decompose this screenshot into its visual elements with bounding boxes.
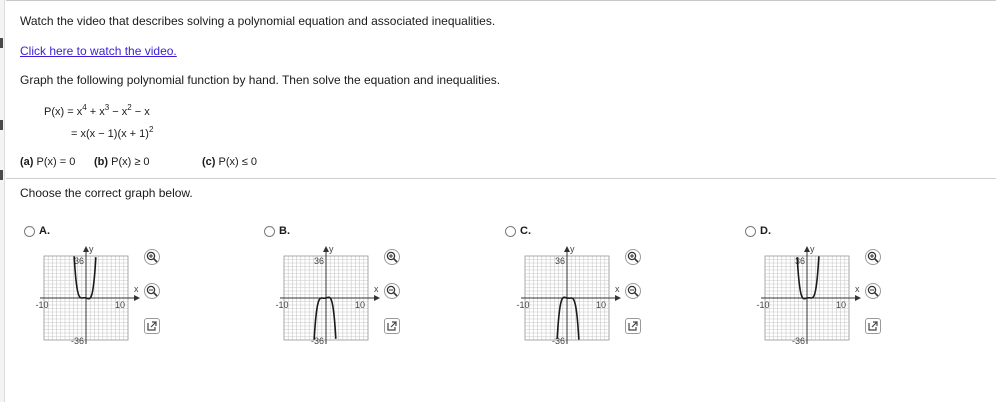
x-axis-label: x bbox=[615, 284, 620, 294]
x-max-label: 10 bbox=[836, 300, 846, 310]
zoom-in-icon[interactable] bbox=[865, 249, 881, 265]
popout-glyph bbox=[628, 321, 638, 331]
option-d[interactable]: D. y x 36 -36 -10 10 bbox=[745, 225, 915, 346]
zoom-out-icon[interactable] bbox=[384, 283, 400, 299]
video-link[interactable]: Click here to watch the video. bbox=[20, 44, 177, 58]
x-axis-arrow bbox=[855, 295, 861, 301]
eq-factored: = x(x − 1)(x + 1) bbox=[71, 128, 149, 140]
part-label: (a) bbox=[20, 156, 34, 168]
eq-term: + x bbox=[86, 106, 105, 118]
left-edge-bar bbox=[0, 0, 5, 402]
magnifier-glyph bbox=[627, 251, 639, 263]
magnifier-glyph bbox=[146, 251, 158, 263]
eq-term: P(x) = x bbox=[44, 106, 83, 118]
part-text: P(x) ≤ 0 bbox=[218, 156, 257, 168]
zoom-in-icon[interactable] bbox=[144, 249, 160, 265]
popout-glyph bbox=[868, 321, 878, 331]
x-axis-arrow bbox=[134, 295, 140, 301]
option-radio[interactable] bbox=[264, 226, 275, 237]
popout-icon[interactable] bbox=[625, 318, 641, 334]
y-min-label: -36 bbox=[71, 336, 84, 346]
magnifier-glyph bbox=[867, 251, 879, 263]
edge-mark bbox=[0, 120, 3, 130]
zoom-in-icon[interactable] bbox=[625, 249, 641, 265]
magnifier-glyph bbox=[146, 285, 158, 297]
part-c: (c) P(x) ≤ 0 bbox=[202, 156, 257, 168]
y-min-label: -36 bbox=[311, 336, 324, 346]
y-min-label: -36 bbox=[792, 336, 805, 346]
y-axis-label: y bbox=[89, 244, 94, 254]
eq-term: − x bbox=[131, 106, 150, 118]
part-text: P(x) = 0 bbox=[36, 156, 76, 168]
x-max-label: 10 bbox=[596, 300, 606, 310]
edge-mark bbox=[0, 38, 3, 48]
magnifier-glyph bbox=[867, 285, 879, 297]
part-a: (a) P(x) = 0 bbox=[20, 156, 75, 168]
x-axis-label: x bbox=[134, 284, 139, 294]
option-label: B. bbox=[279, 225, 290, 237]
eq-exp: 2 bbox=[148, 125, 154, 134]
option-label: C. bbox=[520, 225, 531, 237]
option-radio[interactable] bbox=[745, 226, 756, 237]
option-radio[interactable] bbox=[24, 226, 35, 237]
eq-term: − x bbox=[109, 106, 128, 118]
popout-icon[interactable] bbox=[865, 318, 881, 334]
y-max-label: 36 bbox=[555, 256, 565, 266]
zoom-out-icon[interactable] bbox=[865, 283, 881, 299]
x-axis-arrow bbox=[374, 295, 380, 301]
instruction-text: Graph the following polynomial function … bbox=[20, 73, 501, 87]
magnifier-glyph bbox=[386, 251, 398, 263]
x-min-label: -10 bbox=[516, 300, 529, 310]
equation-line-1: P(x) = x4 + x3 − x2 − x bbox=[44, 104, 150, 119]
zoom-out-icon[interactable] bbox=[144, 283, 160, 299]
x-axis-arrow bbox=[615, 295, 621, 301]
popout-icon[interactable] bbox=[144, 318, 160, 334]
prompt-text: Choose the correct graph below. bbox=[20, 186, 193, 200]
y-min-label: -36 bbox=[552, 336, 565, 346]
part-text: P(x) ≥ 0 bbox=[111, 156, 150, 168]
section-divider bbox=[6, 178, 996, 179]
popout-glyph bbox=[147, 321, 157, 331]
y-max-label: 36 bbox=[314, 256, 324, 266]
x-axis-label: x bbox=[374, 284, 379, 294]
option-b[interactable]: B. y x 36 -36 -10 10 bbox=[264, 225, 434, 346]
edge-mark bbox=[0, 170, 3, 180]
option-label: D. bbox=[760, 225, 771, 237]
part-b: (b) P(x) ≥ 0 bbox=[94, 156, 150, 168]
x-axis-label: x bbox=[855, 284, 860, 294]
y-axis-label: y bbox=[329, 244, 334, 254]
x-max-label: 10 bbox=[355, 300, 365, 310]
magnifier-glyph bbox=[386, 285, 398, 297]
part-label: (b) bbox=[94, 156, 109, 168]
x-min-label: -10 bbox=[756, 300, 769, 310]
y-max-label: 36 bbox=[74, 256, 84, 266]
zoom-out-icon[interactable] bbox=[625, 283, 641, 299]
y-axis-label: y bbox=[810, 244, 815, 254]
popout-glyph bbox=[387, 321, 397, 331]
option-a[interactable]: A. y x 36 -36 -10 10 bbox=[24, 225, 194, 346]
popout-icon[interactable] bbox=[384, 318, 400, 334]
top-divider bbox=[6, 0, 996, 1]
option-radio[interactable] bbox=[505, 226, 516, 237]
x-min-label: -10 bbox=[35, 300, 48, 310]
part-label: (c) bbox=[202, 156, 216, 168]
x-max-label: 10 bbox=[115, 300, 125, 310]
intro-text: Watch the video that describes solving a… bbox=[20, 14, 496, 28]
option-c[interactable]: C. y x 36 -36 -10 10 bbox=[505, 225, 675, 346]
x-min-label: -10 bbox=[275, 300, 288, 310]
magnifier-glyph bbox=[627, 285, 639, 297]
y-axis-label: y bbox=[570, 244, 575, 254]
equation-line-2: = x(x − 1)(x + 1)2 bbox=[71, 125, 154, 141]
option-label: A. bbox=[39, 225, 50, 237]
zoom-in-icon[interactable] bbox=[384, 249, 400, 265]
